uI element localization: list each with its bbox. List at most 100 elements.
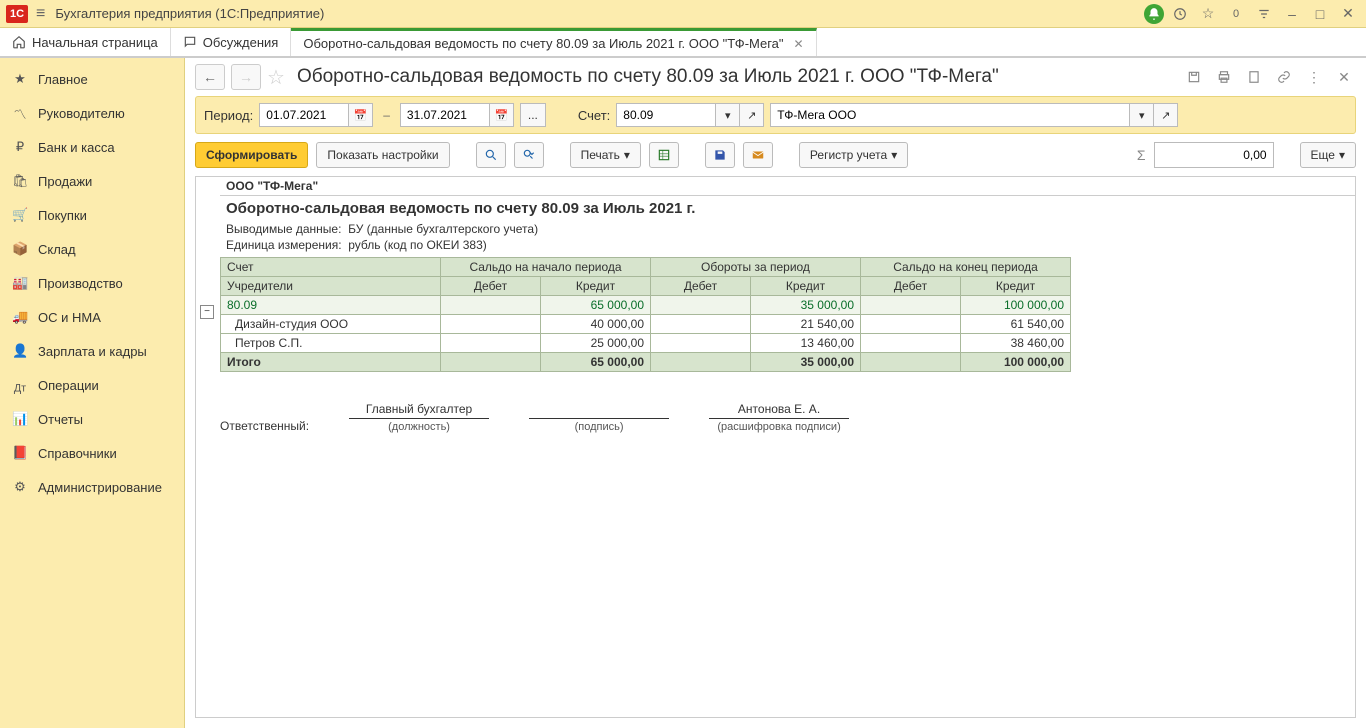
nav-back-button[interactable]: ←: [195, 64, 225, 90]
sig-name: Антонова Е. А.: [709, 402, 849, 419]
app-title: Бухгалтерия предприятия (1С:Предприятие): [55, 6, 324, 21]
calendar-from-icon[interactable]: 📅: [349, 103, 373, 127]
col-account: Счет: [221, 258, 441, 277]
sidebar: ★Главное 〽Руководителю ₽Банк и касса 🛍Пр…: [0, 58, 185, 728]
chat-icon: [183, 35, 197, 49]
bell-icon[interactable]: [1144, 4, 1164, 24]
sidebar-item-production[interactable]: 🏭Производство: [0, 266, 184, 300]
sidebar-item-reports[interactable]: 📊Отчеты: [0, 402, 184, 436]
table-row-account[interactable]: 80.0965 000,0035 000,00100 000,00: [221, 296, 1071, 315]
minimize-icon[interactable]: –: [1280, 2, 1304, 26]
sidebar-item-main[interactable]: ★Главное: [0, 62, 184, 96]
tab-discuss[interactable]: Обсуждения: [171, 28, 292, 56]
close-window-icon[interactable]: ✕: [1336, 2, 1360, 26]
tab-report[interactable]: Оборотно-сальдовая ведомость по счету 80…: [291, 28, 816, 56]
sidebar-item-sales[interactable]: 🛍Продажи: [0, 164, 184, 198]
calendar-to-icon[interactable]: 📅: [490, 103, 514, 127]
filter-icon[interactable]: [1252, 2, 1276, 26]
cart-icon: 🛒: [12, 207, 28, 223]
sidebar-item-operations[interactable]: ДтОперации: [0, 368, 184, 402]
sum-input[interactable]: [1154, 142, 1274, 168]
link-icon[interactable]: [1272, 65, 1296, 89]
period-picker-button[interactable]: ...: [520, 103, 546, 127]
org-dropdown-icon[interactable]: ▾: [1130, 103, 1154, 127]
sigma-icon: Σ: [1137, 147, 1146, 163]
more-vert-icon[interactable]: ⋮: [1302, 65, 1326, 89]
save-report-icon[interactable]: [1182, 65, 1206, 89]
sidebar-item-manager[interactable]: 〽Руководителю: [0, 96, 184, 130]
person-icon: 👤: [12, 343, 28, 359]
account-open-icon[interactable]: ↗: [740, 103, 764, 127]
book-icon: 📕: [12, 445, 28, 461]
chart-line-icon: 〽: [12, 104, 28, 123]
box-icon: 📦: [12, 241, 28, 257]
print-button[interactable]: Печать ▾: [570, 142, 641, 168]
register-button[interactable]: Регистр учета ▾: [799, 142, 908, 168]
favorite-star-icon[interactable]: ☆: [267, 65, 285, 90]
close-tab-icon[interactable]: ✕: [794, 37, 804, 51]
nav-forward-button[interactable]: →: [231, 64, 261, 90]
sidebar-item-admin[interactable]: ⚙Администрирование: [0, 470, 184, 504]
col-turnover: Обороты за период: [651, 258, 861, 277]
org-input[interactable]: [770, 103, 1130, 127]
tab-home[interactable]: Начальная страница: [0, 28, 171, 56]
org-open-icon[interactable]: ↗: [1154, 103, 1178, 127]
collapse-toggle[interactable]: −: [200, 305, 214, 319]
search-button[interactable]: [476, 142, 506, 168]
sidebar-item-warehouse[interactable]: 📦Склад: [0, 232, 184, 266]
star-solid-icon: ★: [12, 71, 28, 87]
print-icon[interactable]: [1212, 65, 1236, 89]
filter-bar: Период: 📅 – 📅 ... Счет: ▾ ↗ ▾ ↗: [195, 96, 1356, 134]
ruble-icon: ₽: [12, 139, 28, 155]
app-logo: 1C: [6, 5, 28, 23]
col-balance-start: Сальдо на начало периода: [441, 258, 651, 277]
bag-icon: 🛍: [12, 173, 28, 189]
star-count: 0: [1224, 2, 1248, 26]
save-button[interactable]: [705, 142, 735, 168]
report-area[interactable]: ООО "ТФ-Мега" Оборотно-сальдовая ведомос…: [195, 176, 1356, 718]
sidebar-item-bank[interactable]: ₽Банк и касса: [0, 130, 184, 164]
search-replace-button[interactable]: [514, 142, 544, 168]
star-icon[interactable]: ☆: [1196, 2, 1220, 26]
period-label: Период:: [204, 108, 253, 123]
page-header: ← → ☆ Оборотно-сальдовая ведомость по сч…: [185, 58, 1366, 96]
ledger-icon: Дт: [12, 376, 28, 395]
toolbar: Сформировать Показать настройки Печать ▾…: [185, 134, 1366, 176]
report-org: ООО "ТФ-Мега": [220, 177, 1355, 196]
report-meta-1: Выводимые данные: БУ (данные бухгалтерск…: [220, 221, 1355, 237]
generate-button[interactable]: Сформировать: [195, 142, 308, 168]
close-page-icon[interactable]: ✕: [1332, 65, 1356, 89]
col-founders: Учредители: [221, 277, 441, 296]
truck-icon: 🚚: [12, 309, 28, 325]
more-button[interactable]: Еще ▾: [1300, 142, 1356, 168]
gear-icon: ⚙: [12, 479, 28, 495]
table-row[interactable]: Петров С.П.25 000,0013 460,0038 460,00: [221, 334, 1071, 353]
show-settings-button[interactable]: Показать настройки: [316, 142, 449, 168]
account-dropdown-icon[interactable]: ▾: [716, 103, 740, 127]
account-input[interactable]: [616, 103, 716, 127]
spreadsheet-button[interactable]: [649, 142, 679, 168]
period-dash: –: [383, 108, 390, 122]
content: ← → ☆ Оборотно-сальдовая ведомость по сч…: [185, 58, 1366, 728]
account-label: Счет:: [578, 108, 610, 123]
responsible-label: Ответственный:: [220, 419, 309, 433]
maximize-icon[interactable]: □: [1308, 2, 1332, 26]
email-button[interactable]: [743, 142, 773, 168]
history-icon[interactable]: [1168, 2, 1192, 26]
sidebar-item-purchases[interactable]: 🛒Покупки: [0, 198, 184, 232]
titlebar: 1C ≡ Бухгалтерия предприятия (1С:Предпри…: [0, 0, 1366, 28]
sidebar-item-hr[interactable]: 👤Зарплата и кадры: [0, 334, 184, 368]
tab-row: Начальная страница Обсуждения Оборотно-с…: [0, 28, 1366, 58]
sidebar-item-assets[interactable]: 🚚ОС и НМА: [0, 300, 184, 334]
table-row[interactable]: Дизайн-студия ООО40 000,0021 540,0061 54…: [221, 315, 1071, 334]
sidebar-item-catalogs[interactable]: 📕Справочники: [0, 436, 184, 470]
main-menu-icon[interactable]: ≡: [36, 5, 45, 23]
page-title: Оборотно-сальдовая ведомость по счету 80…: [297, 66, 1176, 88]
bars-icon: 📊: [12, 411, 28, 427]
sig-position: Главный бухгалтер: [349, 402, 489, 419]
report-title: Оборотно-сальдовая ведомость по счету 80…: [220, 196, 1355, 221]
table-row-total: Итого65 000,0035 000,00100 000,00: [221, 353, 1071, 372]
date-from-input[interactable]: [259, 103, 349, 127]
sheet-icon[interactable]: [1242, 65, 1266, 89]
date-to-input[interactable]: [400, 103, 490, 127]
